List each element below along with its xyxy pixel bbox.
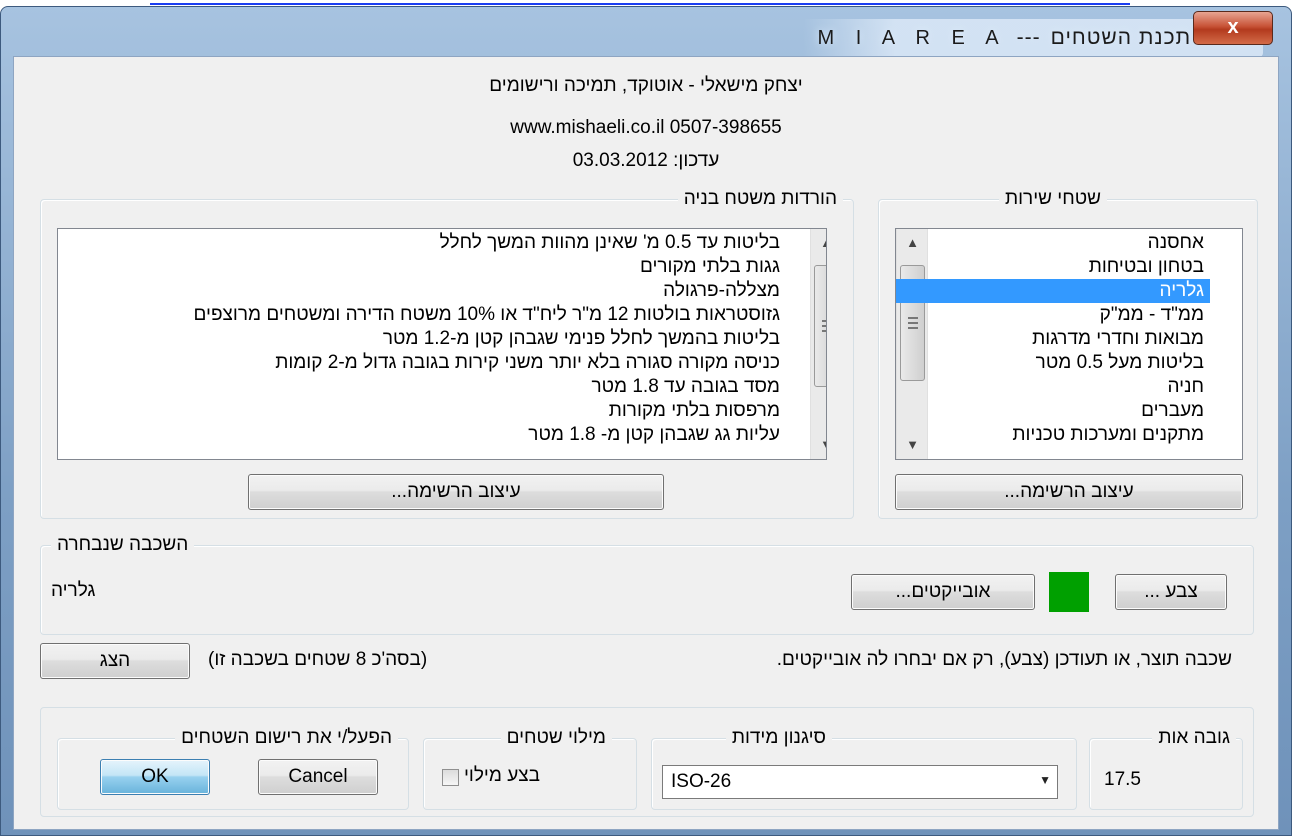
list-item[interactable]: גזוסטראות בולטות 12 מ"ר ליח"ד או 10% משט… — [58, 303, 786, 327]
scroll-thumb[interactable] — [814, 265, 826, 387]
list-item[interactable]: מסד בגובה עד 1.8 מטר — [58, 375, 786, 399]
hyperlink-underline — [150, 3, 1130, 5]
list-item[interactable]: בליטות עד 0.5 מ' שאינן מהוות המשך לחלל — [58, 231, 786, 255]
reductions-items: בליטות עד 0.5 מ' שאינן מהוות המשך לחלל ג… — [58, 231, 786, 459]
color-button[interactable]: צבע ... — [1115, 574, 1227, 610]
title-bar[interactable]: M I A R E A --- מנהל תכנת השטחים — [13, 19, 1279, 57]
list-item[interactable]: עליות גג שגבהן קטן מ- 1.8 מטר — [58, 423, 786, 447]
service-areas-legend: שטחי שירות — [998, 187, 1107, 211]
objects-button[interactable]: אובייקטים... — [851, 574, 1035, 610]
reductions-listbox[interactable]: ▲ ▼ בליטות עד 0.5 מ' שאינן מהוות המשך לח… — [57, 228, 827, 460]
list-item[interactable]: מרפסות בלתי מקורות — [58, 399, 786, 423]
update-line: עדכון: 03.03.2012 — [572, 150, 720, 171]
text-height-value[interactable]: 17.5 — [1104, 769, 1141, 791]
close-icon: x — [1227, 16, 1239, 38]
list-item[interactable]: חניה — [896, 375, 1210, 399]
dimension-style-select[interactable]: ISO-26 ▼ — [662, 765, 1058, 799]
list-item[interactable]: בליטות מעל 0.5 מטר — [896, 351, 1210, 375]
close-button[interactable]: x — [1193, 11, 1273, 45]
fill-checkbox-label[interactable]: בצע מילוי — [464, 765, 540, 787]
dimension-style-group: סיגנון מידות ISO-26 ▼ — [651, 726, 1077, 810]
ok-button[interactable]: OK — [100, 759, 210, 795]
dialog-client-area: יצחק מישאלי - אוטוקד, תמיכה ורישומים www… — [13, 56, 1279, 830]
contact-line: www.mishaeli.co.il 0507-398655 — [510, 117, 782, 138]
selected-layer-name: גלריה — [51, 580, 96, 601]
selected-layer-group: השכבה שנבחרה גלריה אובייקטים... צבע ... — [40, 533, 1254, 635]
layer-count-text: (בסה'כ 8 שטחים בשכבה זו) — [208, 649, 428, 670]
text-height-group: גובה אות 17.5 — [1089, 726, 1243, 810]
fill-legend: מילוי שטחים — [500, 726, 612, 750]
fill-group: מילוי שטחים בצע מילוי — [423, 726, 637, 810]
reductions-group: הורדות משטח בניה ▲ ▼ בליטות עד 0.5 מ' שא… — [40, 187, 854, 519]
activate-legend: הפעל/י את רישום השטחים — [175, 726, 398, 750]
list-item[interactable]: מתקנים ומערכות טכניות — [896, 423, 1210, 447]
reductions-scrollbar[interactable]: ▲ ▼ — [810, 229, 826, 459]
list-item[interactable]: גגות בלתי מקורים — [58, 255, 786, 279]
show-button[interactable]: הצג — [40, 643, 190, 679]
scroll-up-arrow-icon[interactable]: ▲ — [811, 229, 826, 257]
list-item[interactable]: בליטות בהמשך לחלל פנימי שגבהן קטן מ-1.2 … — [58, 327, 786, 351]
service-items: אחסנה בטחון ובטיחות גלריה ממ"ד - ממ"ק מב… — [896, 231, 1210, 459]
title-app-code: M I A R E A — [817, 26, 1007, 49]
chevron-down-icon: ▼ — [1039, 773, 1051, 787]
list-item[interactable]: מעברים — [896, 399, 1210, 423]
list-item[interactable]: ממ"ד - ממ"ק — [896, 303, 1210, 327]
list-item[interactable]: מבואות וחדרי מדרגות — [896, 327, 1210, 351]
title-separator: --- — [1016, 26, 1041, 49]
text-height-legend: גובה אות — [1152, 726, 1236, 750]
bottom-panel: הפעל/י את רישום השטחים OK Cancel מילוי ש… — [40, 707, 1254, 817]
list-item[interactable]: כניסה מקורה סגורה בלא יותר משני קירות בג… — [58, 351, 786, 375]
list-item-selected[interactable]: גלריה — [896, 279, 1210, 303]
service-areas-group: שטחי שירות ▲ ▼ אחסנה בטחון ובטיחות גלריה… — [878, 187, 1258, 519]
activate-group: הפעל/י את רישום השטחים OK Cancel — [57, 726, 409, 810]
fill-checkbox[interactable] — [442, 769, 459, 786]
dimension-style-legend: סיגנון מידות — [725, 726, 832, 750]
scroll-down-arrow-icon[interactable]: ▼ — [811, 431, 826, 459]
reductions-legend: הורדות משטח בניה — [677, 187, 843, 211]
list-item[interactable]: אחסנה — [896, 231, 1210, 255]
grip-icon — [822, 320, 826, 332]
author-line: יצחק מישאלי - אוטוקד, תמיכה ורישומים — [489, 75, 803, 96]
list-item[interactable]: בטחון ובטיחות — [896, 255, 1210, 279]
cancel-button[interactable]: Cancel — [258, 759, 378, 795]
dimension-style-value: ISO-26 — [671, 771, 732, 792]
notice-text: שכבה תוצר, או תעודכן (צבע), רק אם יבחרו … — [776, 649, 1232, 670]
reductions-edit-list-button[interactable]: עיצוב הרשימה... — [248, 474, 664, 510]
layer-color-swatch — [1049, 572, 1089, 612]
selected-layer-legend: השכבה שנבחרה — [51, 533, 195, 557]
service-edit-list-button[interactable]: עיצוב הרשימה... — [895, 474, 1243, 510]
service-areas-listbox[interactable]: ▲ ▼ אחסנה בטחון ובטיחות גלריה ממ"ד - ממ"… — [895, 228, 1243, 460]
list-item[interactable]: מצללה-פרגולה — [58, 279, 786, 303]
